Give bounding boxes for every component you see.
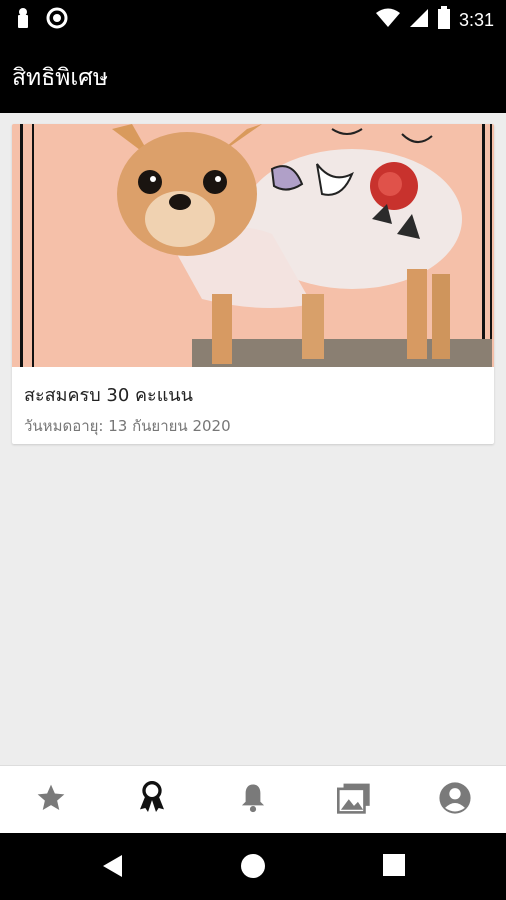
- battery-icon: [437, 6, 451, 34]
- award-ribbon-icon: [136, 780, 168, 820]
- nav-item-privileges[interactable]: [101, 766, 202, 834]
- bottom-nav: [0, 765, 506, 834]
- account-circle-icon: [438, 781, 472, 819]
- notification-icon: [16, 7, 30, 33]
- status-time: 3:31: [458, 9, 494, 30]
- nav-item-favorites[interactable]: [0, 766, 101, 834]
- nav-item-notifications[interactable]: [202, 766, 303, 834]
- privilege-card[interactable]: สะสมครบ 30 คะแนน วันหมดอายุ: 13 กันยายน …: [12, 124, 494, 444]
- home-icon[interactable]: [240, 853, 266, 883]
- nav-item-gallery[interactable]: [303, 766, 404, 834]
- gallery-icon: [336, 782, 371, 818]
- wifi-icon: [375, 7, 401, 33]
- signal-icon: [409, 7, 429, 33]
- privilege-expiry: วันหมดอายุ: 13 กันยายน 2020: [24, 417, 231, 435]
- bell-icon: [238, 782, 268, 818]
- status-bar: 3:31: [0, 0, 506, 38]
- system-nav-bar: [0, 833, 506, 900]
- app-bar: สิทธิพิเศษ: [0, 38, 506, 113]
- recents-icon[interactable]: [382, 853, 406, 881]
- privilege-image: [12, 124, 494, 367]
- privilege-title: สะสมครบ 30 คะแนน: [24, 385, 193, 406]
- back-icon[interactable]: [100, 853, 126, 883]
- nav-item-profile[interactable]: [404, 766, 505, 834]
- star-icon: [35, 782, 67, 818]
- sync-icon: [46, 7, 68, 33]
- page-title: สิทธิพิเศษ: [12, 65, 109, 91]
